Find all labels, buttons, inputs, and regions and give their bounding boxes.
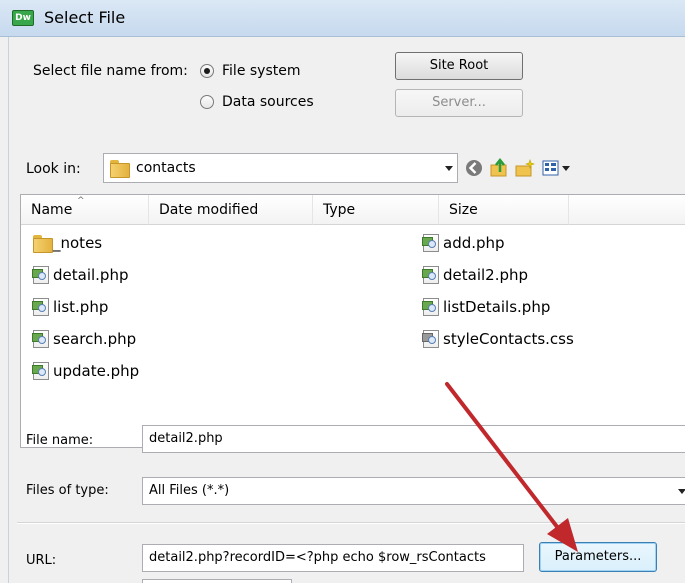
url-input[interactable]: detail2.php?recordID=<?php echo $row_rsC… bbox=[142, 544, 524, 572]
file-list[interactable]: Name ^ Date modified Type Size _notes de… bbox=[20, 194, 685, 448]
folder-icon bbox=[33, 235, 53, 253]
list-item[interactable]: add.php bbox=[421, 233, 591, 255]
php-file-icon bbox=[32, 266, 49, 284]
php-file-icon bbox=[32, 298, 49, 316]
list-item-label: search.php bbox=[53, 330, 137, 348]
look-in-combo[interactable]: contacts bbox=[103, 153, 458, 183]
view-menu-chevron-icon[interactable] bbox=[562, 166, 570, 171]
list-item-label: listDetails.php bbox=[443, 298, 551, 316]
list-item-label: detail.php bbox=[53, 266, 129, 284]
column-size[interactable]: Size bbox=[439, 195, 569, 225]
column-size-label: Size bbox=[449, 202, 478, 218]
column-filler bbox=[569, 195, 685, 225]
list-item[interactable]: search.php bbox=[31, 329, 161, 351]
column-type[interactable]: Type bbox=[313, 195, 439, 225]
list-item[interactable]: listDetails.php bbox=[421, 297, 611, 319]
dialog-body: Select file name from: File system Data … bbox=[8, 37, 685, 583]
list-item-label: list.php bbox=[53, 298, 109, 316]
chevron-down-icon[interactable] bbox=[678, 489, 685, 494]
list-item[interactable]: _notes bbox=[31, 233, 161, 255]
list-item-label: _notes bbox=[53, 234, 103, 252]
list-item[interactable]: detail.php bbox=[31, 265, 161, 287]
divider bbox=[17, 522, 685, 524]
list-item[interactable]: update.php bbox=[31, 361, 161, 383]
files-of-type-label: Files of type: bbox=[26, 483, 109, 498]
site-root-button[interactable]: Site Root bbox=[395, 52, 523, 80]
url-label: URL: bbox=[26, 553, 57, 568]
list-item-label: detail2.php bbox=[443, 266, 529, 284]
column-date-label: Date modified bbox=[159, 202, 259, 218]
title-bar: Dw Select File bbox=[0, 0, 685, 37]
list-item[interactable]: list.php bbox=[31, 297, 161, 319]
php-file-icon bbox=[32, 330, 49, 348]
up-folder-icon[interactable] bbox=[489, 158, 509, 178]
php-file-icon bbox=[422, 298, 439, 316]
radio-file-system-label[interactable]: File system bbox=[222, 63, 301, 79]
chevron-down-icon[interactable] bbox=[445, 166, 453, 171]
php-file-icon bbox=[422, 234, 439, 252]
radio-file-system[interactable] bbox=[200, 64, 214, 78]
look-in-value: contacts bbox=[136, 160, 196, 176]
server-button[interactable]: Server... bbox=[395, 89, 523, 117]
list-item[interactable]: detail2.php bbox=[421, 265, 591, 287]
dreamweaver-app-icon: Dw bbox=[12, 10, 34, 26]
files-of-type-combo[interactable]: All Files (*.*) bbox=[142, 477, 685, 505]
file-name-input[interactable]: detail2.php bbox=[142, 425, 685, 453]
php-file-icon bbox=[422, 266, 439, 284]
column-date-modified[interactable]: Date modified bbox=[149, 195, 313, 225]
window-title: Select File bbox=[44, 8, 126, 27]
column-name-label: Name bbox=[31, 202, 73, 218]
view-menu-icon[interactable] bbox=[542, 158, 562, 178]
radio-data-sources-label[interactable]: Data sources bbox=[222, 94, 314, 110]
source-label: Select file name from: bbox=[33, 63, 188, 79]
sort-up-icon: ^ bbox=[77, 196, 85, 206]
look-in-label: Look in: bbox=[26, 161, 81, 177]
column-name[interactable]: Name ^ bbox=[21, 195, 149, 225]
list-item-label: add.php bbox=[443, 234, 505, 252]
file-name-label: File name: bbox=[26, 433, 94, 448]
files-of-type-value: All Files (*.*) bbox=[149, 483, 230, 498]
list-item-label: update.php bbox=[53, 362, 140, 380]
column-type-label: Type bbox=[323, 202, 356, 218]
list-item-label: styleContacts.css bbox=[443, 330, 574, 348]
folder-icon bbox=[110, 160, 130, 178]
css-file-icon bbox=[422, 330, 439, 348]
radio-data-sources[interactable] bbox=[200, 95, 214, 109]
list-item[interactable]: styleContacts.css bbox=[421, 329, 611, 351]
parameters-button[interactable]: Parameters... bbox=[539, 542, 657, 572]
partial-control bbox=[142, 579, 292, 583]
new-folder-icon[interactable] bbox=[515, 158, 535, 178]
php-file-icon bbox=[32, 362, 49, 380]
back-icon[interactable] bbox=[464, 158, 484, 178]
